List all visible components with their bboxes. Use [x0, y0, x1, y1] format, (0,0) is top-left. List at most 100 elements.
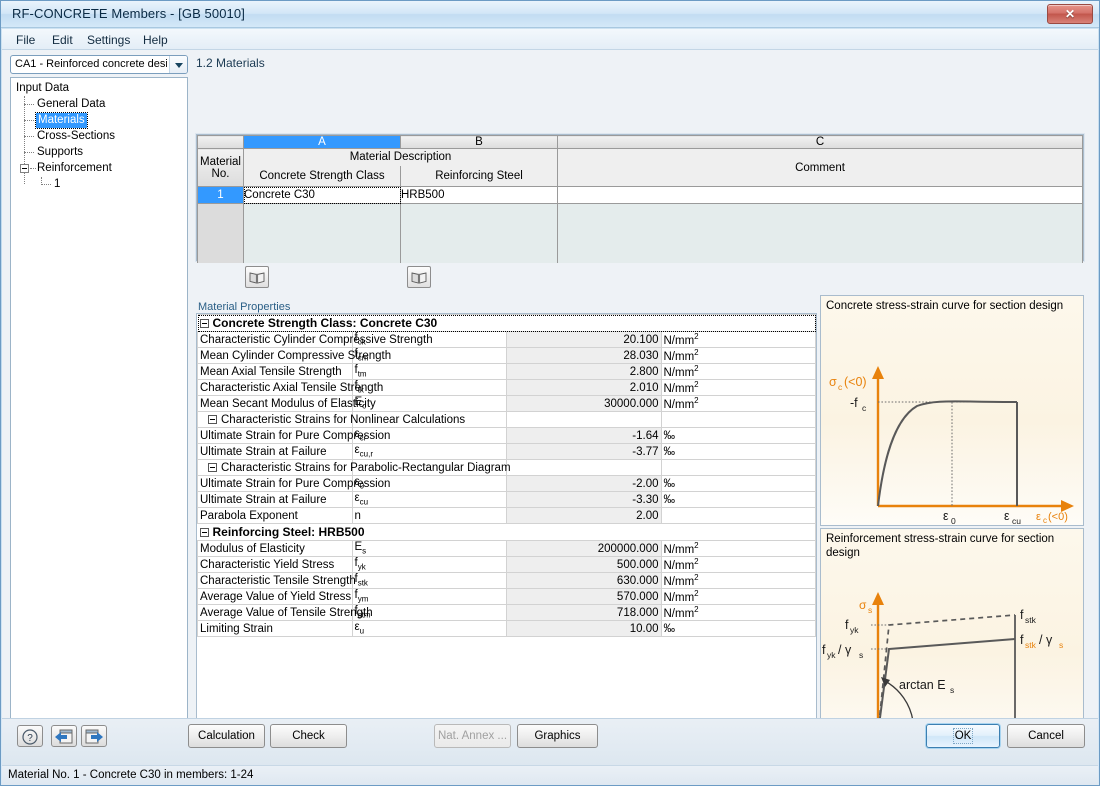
property-unit: ‰ — [660, 475, 816, 492]
property-group-header[interactable]: Reinforcing Steel: HRB500 — [197, 523, 816, 541]
tree-item-general-data[interactable]: General Data — [37, 97, 105, 112]
tree-item-cross-sections[interactable]: Cross-Sections — [37, 129, 115, 144]
previous-button[interactable] — [51, 725, 77, 747]
tree-collapse-toggle-reinforcement[interactable] — [20, 164, 29, 173]
chevron-down-icon[interactable] — [169, 56, 187, 73]
property-symbol: fym — [351, 588, 507, 605]
cancel-button[interactable]: Cancel — [1007, 724, 1085, 748]
property-row[interactable]: Ultimate Strain for Pure Compression εcr -… — [197, 427, 816, 444]
property-name: Ultimate Strain at Failure — [197, 443, 353, 460]
property-value[interactable]: -2.00 — [506, 475, 662, 492]
cell-concrete-strength-class[interactable]: Concrete C30 — [243, 186, 401, 204]
arrow-right-window-icon — [85, 729, 103, 744]
empty-cell-b[interactable] — [400, 203, 558, 266]
property-row[interactable]: Modulus of Elasticity Es 200000.000 N/mm2 — [197, 540, 816, 557]
svg-text:0: 0 — [951, 516, 956, 524]
menu-item-help[interactable]: Help — [137, 32, 174, 48]
tree-item-materials[interactable]: Materials — [35, 112, 88, 129]
property-unit: ‰ — [660, 443, 816, 460]
property-row[interactable]: Characteristic Cylinder Compressive Stre… — [197, 331, 816, 348]
check-button[interactable]: Check — [270, 724, 347, 748]
property-value[interactable]: 2.010 — [506, 379, 662, 396]
menu-item-edit[interactable]: Edit — [46, 32, 79, 48]
tree-root-input-data[interactable]: Input Data — [16, 81, 69, 96]
navigator-tree[interactable]: Input Data General Data Materials Cross-… — [10, 77, 188, 766]
property-subgroup-header[interactable]: Characteristic Strains for Nonlinear Cal… — [197, 411, 816, 428]
menu-item-settings[interactable]: Settings — [81, 32, 136, 48]
property-unit: N/mm2 — [660, 540, 816, 557]
property-value[interactable]: 718.000 — [506, 604, 662, 621]
svg-text:σ: σ — [859, 598, 867, 612]
property-row[interactable]: Parabola Exponent n 2.00 — [197, 507, 816, 524]
tree-item-supports[interactable]: Supports — [37, 145, 83, 160]
menu-item-file[interactable]: File — [10, 32, 41, 48]
graphics-button[interactable]: Graphics — [517, 724, 598, 748]
tree-item-reinforcement-1[interactable]: 1 — [54, 177, 60, 192]
property-group-header[interactable]: Concrete Strength Class: Concrete C30 — [197, 314, 816, 332]
property-value — [506, 411, 662, 428]
column-letter-a[interactable]: A — [243, 135, 401, 149]
property-value[interactable]: 570.000 — [506, 588, 662, 605]
property-row[interactable]: Characteristic Yield Stress fyk 500.000 N/m… — [197, 556, 816, 573]
property-value[interactable]: -3.30 — [506, 491, 662, 508]
column-letter-c[interactable]: C — [557, 135, 1083, 149]
property-unit: N/mm2 — [660, 604, 816, 621]
property-subgroup-header[interactable]: Characteristic Strains for Parabolic-Rec… — [197, 459, 816, 476]
nat-annex-button[interactable]: Nat. Annex ... — [434, 724, 511, 748]
property-row[interactable]: Ultimate Strain at Failure εcu,r -3.77 ‰ — [197, 443, 816, 460]
property-value[interactable]: 2.00 — [506, 507, 662, 524]
collapse-toggle-icon[interactable] — [199, 319, 209, 329]
material-properties-panel[interactable]: Concrete Strength Class: Concrete C30 Cha… — [196, 313, 817, 756]
cell-comment[interactable] — [557, 186, 1083, 204]
collapse-toggle-icon[interactable] — [199, 528, 209, 538]
property-row[interactable]: Characteristic Axial Tensile Strength ftk… — [197, 379, 816, 396]
materials-table[interactable]: A B C Material No. Material Description … — [196, 134, 1084, 266]
collapse-toggle-icon[interactable] — [208, 414, 217, 424]
close-button[interactable]: ✕ — [1047, 4, 1093, 24]
property-value[interactable]: 10.00 — [506, 620, 662, 637]
concrete-library-button[interactable] — [245, 266, 269, 288]
property-value[interactable]: 20.100 — [506, 331, 662, 348]
collapse-toggle-icon[interactable] — [208, 462, 217, 472]
property-row[interactable]: Average Value of Yield Stress fym 570.000 N… — [197, 588, 816, 605]
tree-item-reinforcement[interactable]: Reinforcement — [37, 161, 112, 176]
column-header-concrete-strength-class: Concrete Strength Class — [243, 165, 401, 187]
property-unit: N/mm2 — [660, 347, 816, 364]
property-row[interactable]: Characteristic Tensile Strength fstk 630.0… — [197, 572, 816, 589]
property-row[interactable]: Mean Axial Tensile Strength ftm 2.800 N/mm2 — [197, 363, 816, 380]
property-value[interactable]: 630.000 — [506, 572, 662, 589]
calculation-button[interactable]: Calculation — [188, 724, 265, 748]
cell-reinforcing-steel[interactable]: HRB500 — [400, 186, 558, 204]
property-row[interactable]: Average Value of Tensile Strength fstm 718… — [197, 604, 816, 621]
property-value[interactable]: 500.000 — [506, 556, 662, 573]
ok-button[interactable]: OK — [926, 724, 1000, 748]
section-title: 1.2 Materials — [196, 56, 265, 70]
design-case-value: CA1 - Reinforced concrete desi — [15, 58, 167, 70]
svg-text:σ: σ — [829, 375, 837, 389]
tree-branch — [24, 120, 34, 121]
property-value[interactable]: 200000.000 — [506, 540, 662, 557]
property-row[interactable]: Ultimate Strain at Failure εcu -3.30 ‰ — [197, 491, 816, 508]
property-row[interactable]: Limiting Strain εu 10.00 ‰ — [197, 620, 816, 637]
table-empty-row[interactable] — [197, 203, 1083, 266]
next-button[interactable] — [81, 725, 107, 747]
svg-text:/ γ: / γ — [838, 643, 852, 657]
property-value[interactable]: 2.800 — [506, 363, 662, 380]
property-value[interactable]: 28.030 — [506, 347, 662, 364]
svg-text:s: s — [859, 650, 863, 660]
column-letter-b[interactable]: B — [400, 135, 558, 149]
property-value[interactable]: -1.64 — [506, 427, 662, 444]
empty-cell-a[interactable] — [243, 203, 401, 266]
design-case-select[interactable]: CA1 - Reinforced concrete desi — [10, 55, 188, 74]
property-row[interactable]: Mean Cylinder Compressive Strength fcm 28.… — [197, 347, 816, 364]
help-button[interactable]: ? — [17, 725, 43, 747]
svg-text:(<0): (<0) — [844, 375, 867, 389]
row-number[interactable]: 1 — [197, 186, 244, 204]
property-row[interactable]: Ultimate Strain for Pure Compression ε0 -2… — [197, 475, 816, 492]
property-value[interactable]: 30000.000 — [506, 395, 662, 412]
property-row[interactable]: Mean Secant Modulus of Elasticity Ec 30000… — [197, 395, 816, 412]
property-value[interactable]: -3.77 — [506, 443, 662, 460]
table-row[interactable]: 1 Concrete C30 HRB500 — [197, 186, 1083, 204]
empty-cell-c[interactable] — [557, 203, 1083, 266]
steel-library-button[interactable] — [407, 266, 431, 288]
